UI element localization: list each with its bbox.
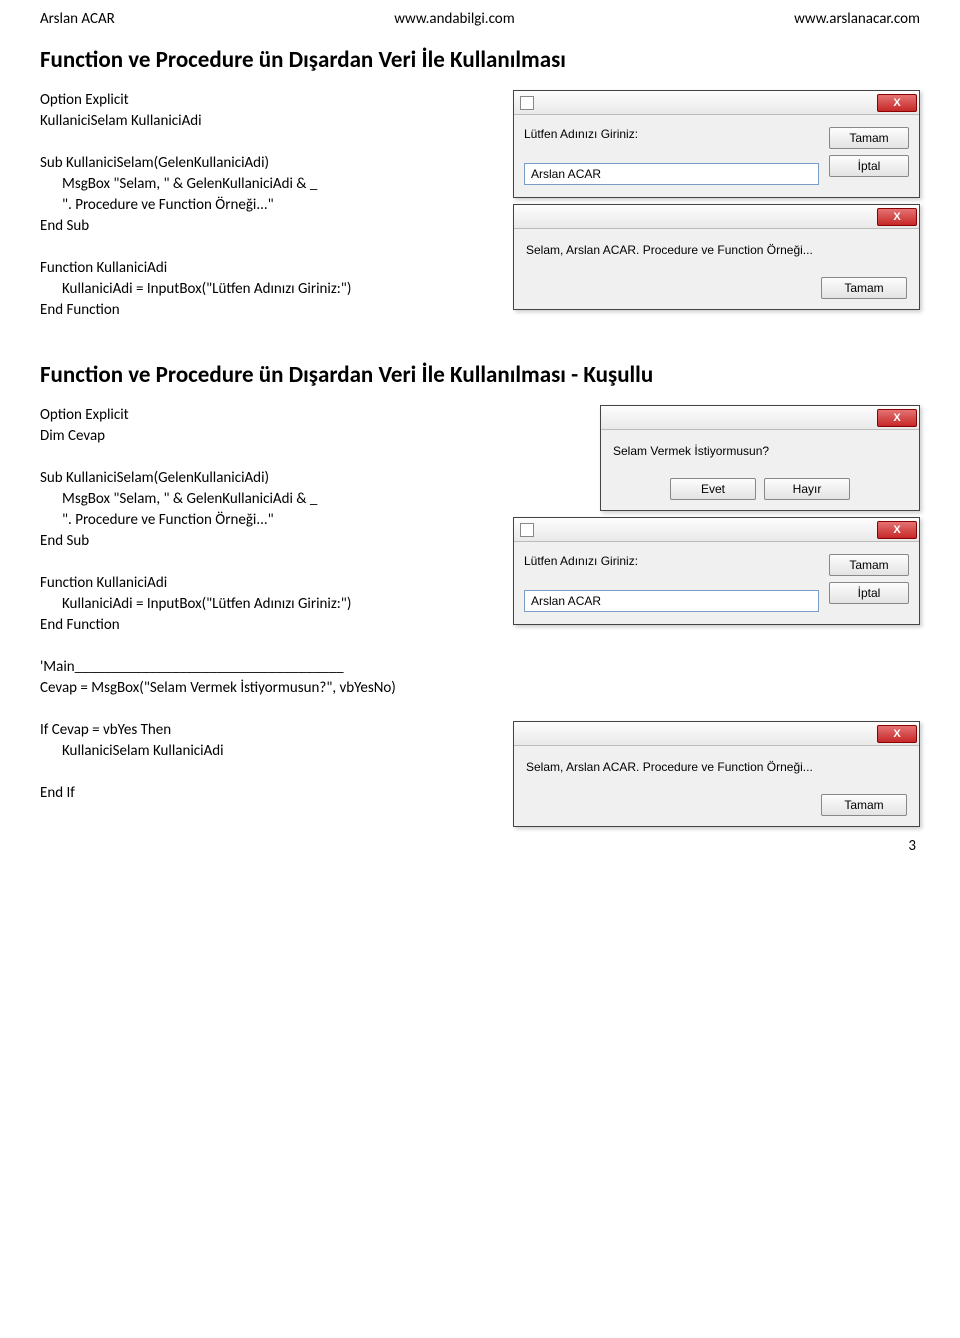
close-button[interactable]: X <box>877 94 917 112</box>
code-line: KullaniciSelam KullaniciAdi <box>40 741 495 762</box>
close-icon: X <box>893 412 900 424</box>
page-header: Arslan ACAR www.andabilgi.com www.arslan… <box>40 10 920 28</box>
yesno-dialog: X Selam Vermek İstiyormusun? Evet Hayır <box>600 405 920 511</box>
close-icon: X <box>893 211 900 223</box>
code-line: MsgBox "Selam, " & GelenKullaniciAdi & _ <box>40 489 495 510</box>
name-input[interactable] <box>524 590 819 612</box>
msgbox-message: Selam, Arslan ACAR. Procedure ve Functio… <box>526 760 907 774</box>
section2-code: Option Explicit Dim Cevap Sub KullaniciS… <box>40 405 495 827</box>
section1-dialogs: X Lütfen Adınızı Giriniz: Tamam İptal X <box>513 90 920 321</box>
code-line: Option Explicit <box>40 405 495 426</box>
ok-button[interactable]: Tamam <box>829 127 909 149</box>
page-number: 3 <box>40 837 920 855</box>
code-line: End Function <box>40 300 495 321</box>
window-icon <box>520 96 534 110</box>
section2-title: Function ve Procedure ün Dışardan Veri İ… <box>40 361 920 389</box>
section1-code: Option Explicit KullaniciSelam Kullanici… <box>40 90 495 321</box>
code-line: KullaniciSelam KullaniciAdi <box>40 111 495 132</box>
site-1: www.andabilgi.com <box>394 10 514 28</box>
section1-title: Function ve Procedure ün Dışardan Veri İ… <box>40 46 920 74</box>
input-prompt: Lütfen Adınızı Giriniz: <box>524 127 819 141</box>
code-line: Function KullaniciAdi <box>40 258 495 279</box>
code-line: Cevap = MsgBox("Selam Vermek İstiyormusu… <box>40 678 495 699</box>
code-line: ". Procedure ve Function Örneği..." <box>40 510 495 531</box>
site-2: www.arslanacar.com <box>794 10 920 28</box>
no-button[interactable]: Hayır <box>764 478 850 500</box>
code-line: Sub KullaniciSelam(GelenKullaniciAdi) <box>40 153 495 174</box>
code-line: End Function <box>40 615 495 636</box>
code-line: KullaniciAdi = InputBox("Lütfen Adınızı … <box>40 594 495 615</box>
close-button[interactable]: X <box>877 725 917 743</box>
code-line: Option Explicit <box>40 90 495 111</box>
code-line: Function KullaniciAdi <box>40 573 495 594</box>
close-button[interactable]: X <box>877 409 917 427</box>
msgbox-dialog: X Selam, Arslan ACAR. Procedure ve Funct… <box>513 721 920 827</box>
section2-dialogs: X Selam Vermek İstiyormusun? Evet Hayır … <box>513 405 920 827</box>
section2: Option Explicit Dim Cevap Sub KullaniciS… <box>40 405 920 827</box>
inputbox-dialog: X Lütfen Adınızı Giriniz: Tamam İptal <box>513 90 920 198</box>
code-line: Dim Cevap <box>40 426 495 447</box>
inputbox-dialog: X Lütfen Adınızı Giriniz: Tamam İptal <box>513 517 920 625</box>
close-icon: X <box>893 524 900 536</box>
titlebar: X <box>601 406 919 430</box>
code-line: KullaniciAdi = InputBox("Lütfen Adınızı … <box>40 279 495 300</box>
window-icon <box>520 523 534 537</box>
code-line: End Sub <box>40 531 495 552</box>
titlebar: X <box>514 722 919 746</box>
close-button[interactable]: X <box>877 208 917 226</box>
yesno-message: Selam Vermek İstiyormusun? <box>613 444 907 458</box>
ok-button[interactable]: Tamam <box>821 277 907 299</box>
close-icon: X <box>893 728 900 740</box>
cancel-button[interactable]: İptal <box>829 155 909 177</box>
code-line: If Cevap = vbYes Then <box>40 720 495 741</box>
code-line: End If <box>40 783 495 804</box>
titlebar: X <box>514 91 919 115</box>
input-prompt: Lütfen Adınızı Giriniz: <box>524 554 819 568</box>
code-line: End Sub <box>40 216 495 237</box>
yes-button[interactable]: Evet <box>670 478 756 500</box>
msgbox-message: Selam, Arslan ACAR. Procedure ve Functio… <box>526 243 907 257</box>
code-line: 'Main___________________________________… <box>40 657 495 678</box>
ok-button[interactable]: Tamam <box>821 794 907 816</box>
cancel-button[interactable]: İptal <box>829 582 909 604</box>
code-line: Sub KullaniciSelam(GelenKullaniciAdi) <box>40 468 495 489</box>
ok-button[interactable]: Tamam <box>829 554 909 576</box>
close-icon: X <box>893 97 900 109</box>
titlebar: X <box>514 518 919 542</box>
msgbox-dialog: X Selam, Arslan ACAR. Procedure ve Funct… <box>513 204 920 310</box>
close-button[interactable]: X <box>877 521 917 539</box>
code-line: MsgBox "Selam, " & GelenKullaniciAdi & _ <box>40 174 495 195</box>
author-name: Arslan ACAR <box>40 10 115 28</box>
titlebar: X <box>514 205 919 229</box>
code-line: ". Procedure ve Function Örneği..." <box>40 195 495 216</box>
name-input[interactable] <box>524 163 819 185</box>
section1: Option Explicit KullaniciSelam Kullanici… <box>40 90 920 321</box>
